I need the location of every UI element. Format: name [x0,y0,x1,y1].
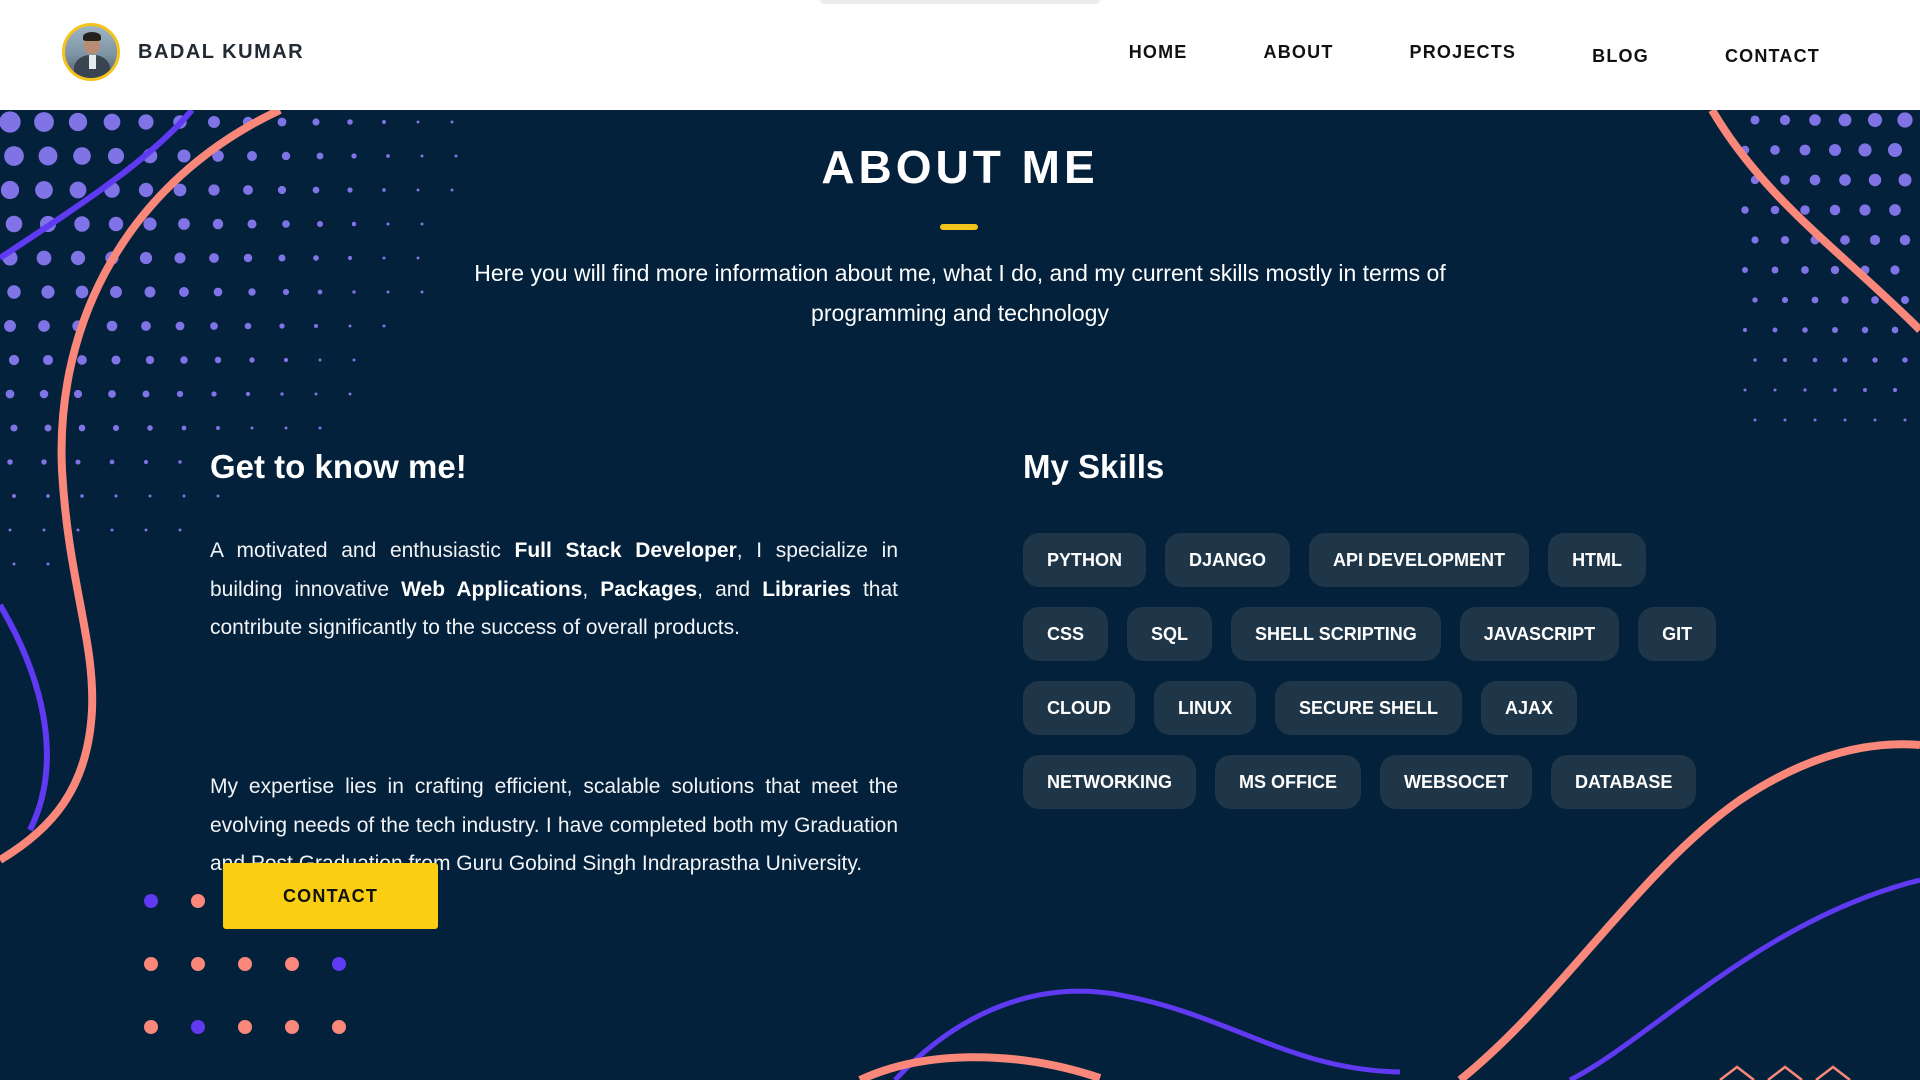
highlight-full-stack: Full Stack Developer [514,539,737,562]
skill-chip: SHELL SCRIPTING [1231,607,1441,661]
nav-link-projects[interactable]: PROJECTS [1410,42,1517,67]
text-segment: A motivated and enthusiastic [210,539,515,562]
avatar [62,23,120,81]
highlight-web-apps: Web Applications [401,577,583,601]
brand-name: BADAL KUMAR [138,40,305,63]
skill-chip: API DEVELOPMENT [1309,533,1530,587]
main-nav: HOME ABOUT PROJECTS BLOG CONTACT [1053,42,1820,67]
skill-chip: HTML [1548,533,1647,587]
contact-button[interactable]: CONTACT [223,863,438,929]
skills-heading: My Skills [1023,448,1165,485]
nav-link-about[interactable]: ABOUT [1264,42,1334,67]
about-section: ABOUT ME Here you will find more informa… [0,110,1920,1080]
title-underline [940,224,978,230]
skill-chip: CSS [1023,607,1109,661]
skill-chip: DJANGO [1165,533,1291,587]
skill-chip: NETWORKING [1023,755,1196,809]
know-me-heading: Get to know me! [210,448,467,485]
skill-chip: GIT [1638,607,1717,661]
highlight-libraries: Libraries [762,577,851,601]
skill-chip: SECURE SHELL [1275,681,1463,735]
text-segment: , and [697,577,763,601]
highlight-packages: Packages [600,577,698,601]
skill-chip: DATABASE [1551,755,1697,809]
nav-link-contact[interactable]: CONTACT [1725,46,1820,67]
nav-link-blog[interactable]: BLOG [1592,46,1649,67]
about-paragraph-1: A motivated and enthusiastic Full Stack … [210,532,898,648]
skill-chip: JAVASCRIPT [1459,607,1620,661]
site-header: BADAL KUMAR HOME ABOUT PROJECTS BLOG CON… [0,0,1920,110]
nav-link-home[interactable]: HOME [1129,42,1188,67]
skill-chip: CLOUD [1023,681,1135,735]
skill-chip: PYTHON [1023,533,1147,587]
avatar-hair [83,32,101,41]
skill-chip: MS OFFICE [1215,755,1361,809]
header-tab-shadow [820,0,1100,4]
skills-list: PYTHON DJANGO API DEVELOPMENT HTML CSS SQL SHE… [1023,533,1723,809]
skill-chip: WEBSOCET [1380,755,1533,809]
avatar-shirt [89,55,96,69]
skill-chip: LINUX [1154,681,1256,735]
brand[interactable]: BADAL KUMAR [62,23,304,81]
page-title: ABOUT ME [821,141,1099,193]
text-segment: , [582,577,601,601]
skill-chip: SQL [1127,607,1213,661]
skill-chip: AJAX [1481,681,1578,735]
section-intro: Here you will find more information abou… [474,260,1446,326]
